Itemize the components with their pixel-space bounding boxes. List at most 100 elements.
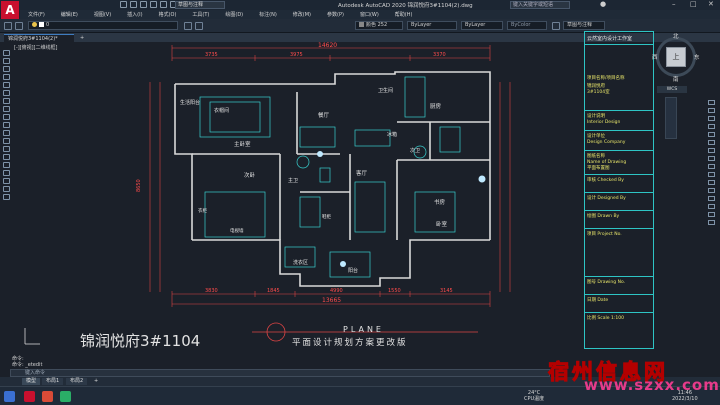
workspace-icon[interactable] <box>552 22 560 30</box>
autocad-taskbar-icon[interactable] <box>24 391 35 402</box>
linetype-select[interactable]: ByLayer <box>407 21 457 30</box>
command-input[interactable]: 键入命令 <box>10 369 550 377</box>
room-label-bedroom2: 次卧 <box>244 171 256 179</box>
tb-row-6: Design Company <box>587 140 626 145</box>
navigation-bar[interactable] <box>665 97 677 139</box>
tb-row-1: 锦润悦府 <box>587 84 605 89</box>
viewcube-top-face[interactable]: 上 <box>666 47 686 67</box>
color-select[interactable]: 颜色 252 <box>355 21 403 30</box>
plan-subtitle: 平面设计规划方案更改版 <box>292 337 408 348</box>
windows-start-icon[interactable] <box>4 391 15 402</box>
tb-row-2: 3#1104室 <box>587 90 610 95</box>
tb-row-5: 设计单位 <box>587 134 605 139</box>
room-label-kitchen: 厨房 <box>430 102 442 110</box>
maximize-button[interactable]: □ <box>690 0 697 8</box>
tb-row-10: 审核 Checked By <box>587 178 624 183</box>
menu-file[interactable]: 文件(F) <box>20 11 53 18</box>
room-label-study: 书房 <box>434 198 446 206</box>
menu-format[interactable]: 格式(O) <box>151 11 185 18</box>
tb-row-4: Interior Design <box>587 120 621 125</box>
sign-in-icon[interactable]: ● <box>600 0 606 8</box>
tab-drawing[interactable]: 锦润悦府3#1104(2)* <box>4 34 74 42</box>
menu-modify[interactable]: 修改(M) <box>285 11 319 18</box>
room-label-laundry: 洗衣区 <box>293 259 308 266</box>
menu-window[interactable]: 窗口(W) <box>352 11 387 18</box>
menu-parametric[interactable]: 参数(P) <box>319 11 352 18</box>
dim-bottom-2: 1845 <box>267 288 280 294</box>
ucs-icon <box>24 328 40 345</box>
compass-east[interactable]: 东 <box>694 53 700 61</box>
workspace-select[interactable]: 草图与注释 <box>175 1 225 9</box>
layer-color-icon <box>39 22 44 27</box>
project-title: 锦润悦府3#1104 <box>80 332 200 350</box>
menu-insert[interactable]: 插入(I) <box>119 11 150 18</box>
layer-state-icon[interactable] <box>15 22 23 30</box>
layer-previous-icon[interactable] <box>195 22 203 30</box>
layer-properties-icon[interactable] <box>4 22 12 30</box>
dim-top-total: 14620 <box>318 42 337 49</box>
viewcube[interactable]: 上 北 南 西 东 <box>652 32 700 83</box>
tab-add-layout[interactable]: + <box>90 378 102 385</box>
room-label-balcony: 生活阳台 <box>180 99 200 106</box>
menu-view[interactable]: 视图(V) <box>86 11 119 18</box>
dim-bottom-5: 3145 <box>440 288 453 294</box>
autocad-logo-icon[interactable]: A <box>1 1 19 19</box>
lineweight-select[interactable]: ByLayer <box>461 21 503 30</box>
save-icon[interactable] <box>140 1 147 8</box>
tb-row-3: 设计说明 <box>587 114 605 119</box>
wechat-taskbar-icon[interactable] <box>60 391 71 402</box>
tab-model[interactable]: 模型 <box>22 378 41 385</box>
cpu-temp: 24°C CPU温度 <box>524 390 545 402</box>
compass-north[interactable]: 北 <box>673 32 679 40</box>
print-icon[interactable] <box>160 1 167 8</box>
dim-top-1: 3735 <box>205 52 218 58</box>
menu-edit[interactable]: 编辑(E) <box>53 11 86 18</box>
menu-dimension[interactable]: 标注(N) <box>251 11 285 18</box>
tb-row-0: 项目名称/项目名称 <box>587 76 625 81</box>
tb-row-8: Name of Drawing <box>587 160 627 165</box>
menu-tools[interactable]: 工具(T) <box>184 11 217 18</box>
compass-west[interactable]: 西 <box>652 53 658 61</box>
minimize-button[interactable]: – <box>672 0 676 8</box>
tb-row-7: 图纸名称 <box>587 154 605 159</box>
dim-bottom-3: 4990 <box>330 288 343 294</box>
room-label-bath: 卫生间 <box>378 87 393 94</box>
dim-bottom-4: 1550 <box>388 288 401 294</box>
tb-row-12: 绘图 Drawn By <box>587 214 620 219</box>
title-block: 云然室内设计工作室 项目名称/项目名称 锦润悦府 3#1104室 设计说明 In… <box>584 31 654 349</box>
new-file-icon[interactable] <box>120 1 127 8</box>
tb-row-11: 设计 Designed By <box>587 196 626 201</box>
title-bar: A 草图与注释 Autodesk AutoCAD 2020 锦润悦府3#1104… <box>0 0 720 19</box>
open-file-icon[interactable] <box>130 1 137 8</box>
room-label-fridge: 冰箱 <box>387 131 397 138</box>
room-label-living: 客厅 <box>356 169 368 177</box>
tab-new[interactable]: + <box>76 34 88 42</box>
wcs-menu[interactable]: WCS <box>657 86 687 93</box>
tab-layout2[interactable]: 布局2 <box>66 378 88 385</box>
compass-south[interactable]: 南 <box>673 75 679 83</box>
room-label-master: 主卧室 <box>234 140 251 148</box>
workspace-combo[interactable]: 草图与注释 <box>563 21 605 30</box>
tb-row-14: 图号 Drawing No. <box>587 280 626 285</box>
watermark-url: www.szxx.com.cn <box>584 376 720 394</box>
make-current-icon[interactable] <box>184 22 192 30</box>
tb-row-15: 日期 Date <box>587 298 609 303</box>
menu-help[interactable]: 帮助(H) <box>387 11 421 18</box>
tab-layout1[interactable]: 布局1 <box>42 378 64 385</box>
layer-on-icon <box>32 22 37 27</box>
save-as-icon[interactable] <box>150 1 157 8</box>
plane-label: PLANE <box>343 325 384 334</box>
dim-bottom-total: 13665 <box>322 297 341 304</box>
close-button[interactable]: ✕ <box>708 0 714 8</box>
room-label-bath2: 次卫 <box>410 147 420 154</box>
color-swatch-icon <box>359 22 364 27</box>
room-label-shoe-cabinet: 鞋柜 <box>322 213 331 220</box>
tb-row-9: 平面布置图 <box>587 166 610 171</box>
app-taskbar-icon[interactable] <box>42 391 53 402</box>
menu-draw[interactable]: 绘图(D) <box>217 11 251 18</box>
room-label-wardrobe: 衣柜 <box>198 207 207 214</box>
search-input[interactable]: 键入关键字或短语 <box>510 1 570 9</box>
dim-top-3: 3370 <box>433 52 446 58</box>
plotstyle-select[interactable]: ByColor <box>507 21 547 30</box>
layer-select[interactable]: 0 <box>28 21 178 30</box>
